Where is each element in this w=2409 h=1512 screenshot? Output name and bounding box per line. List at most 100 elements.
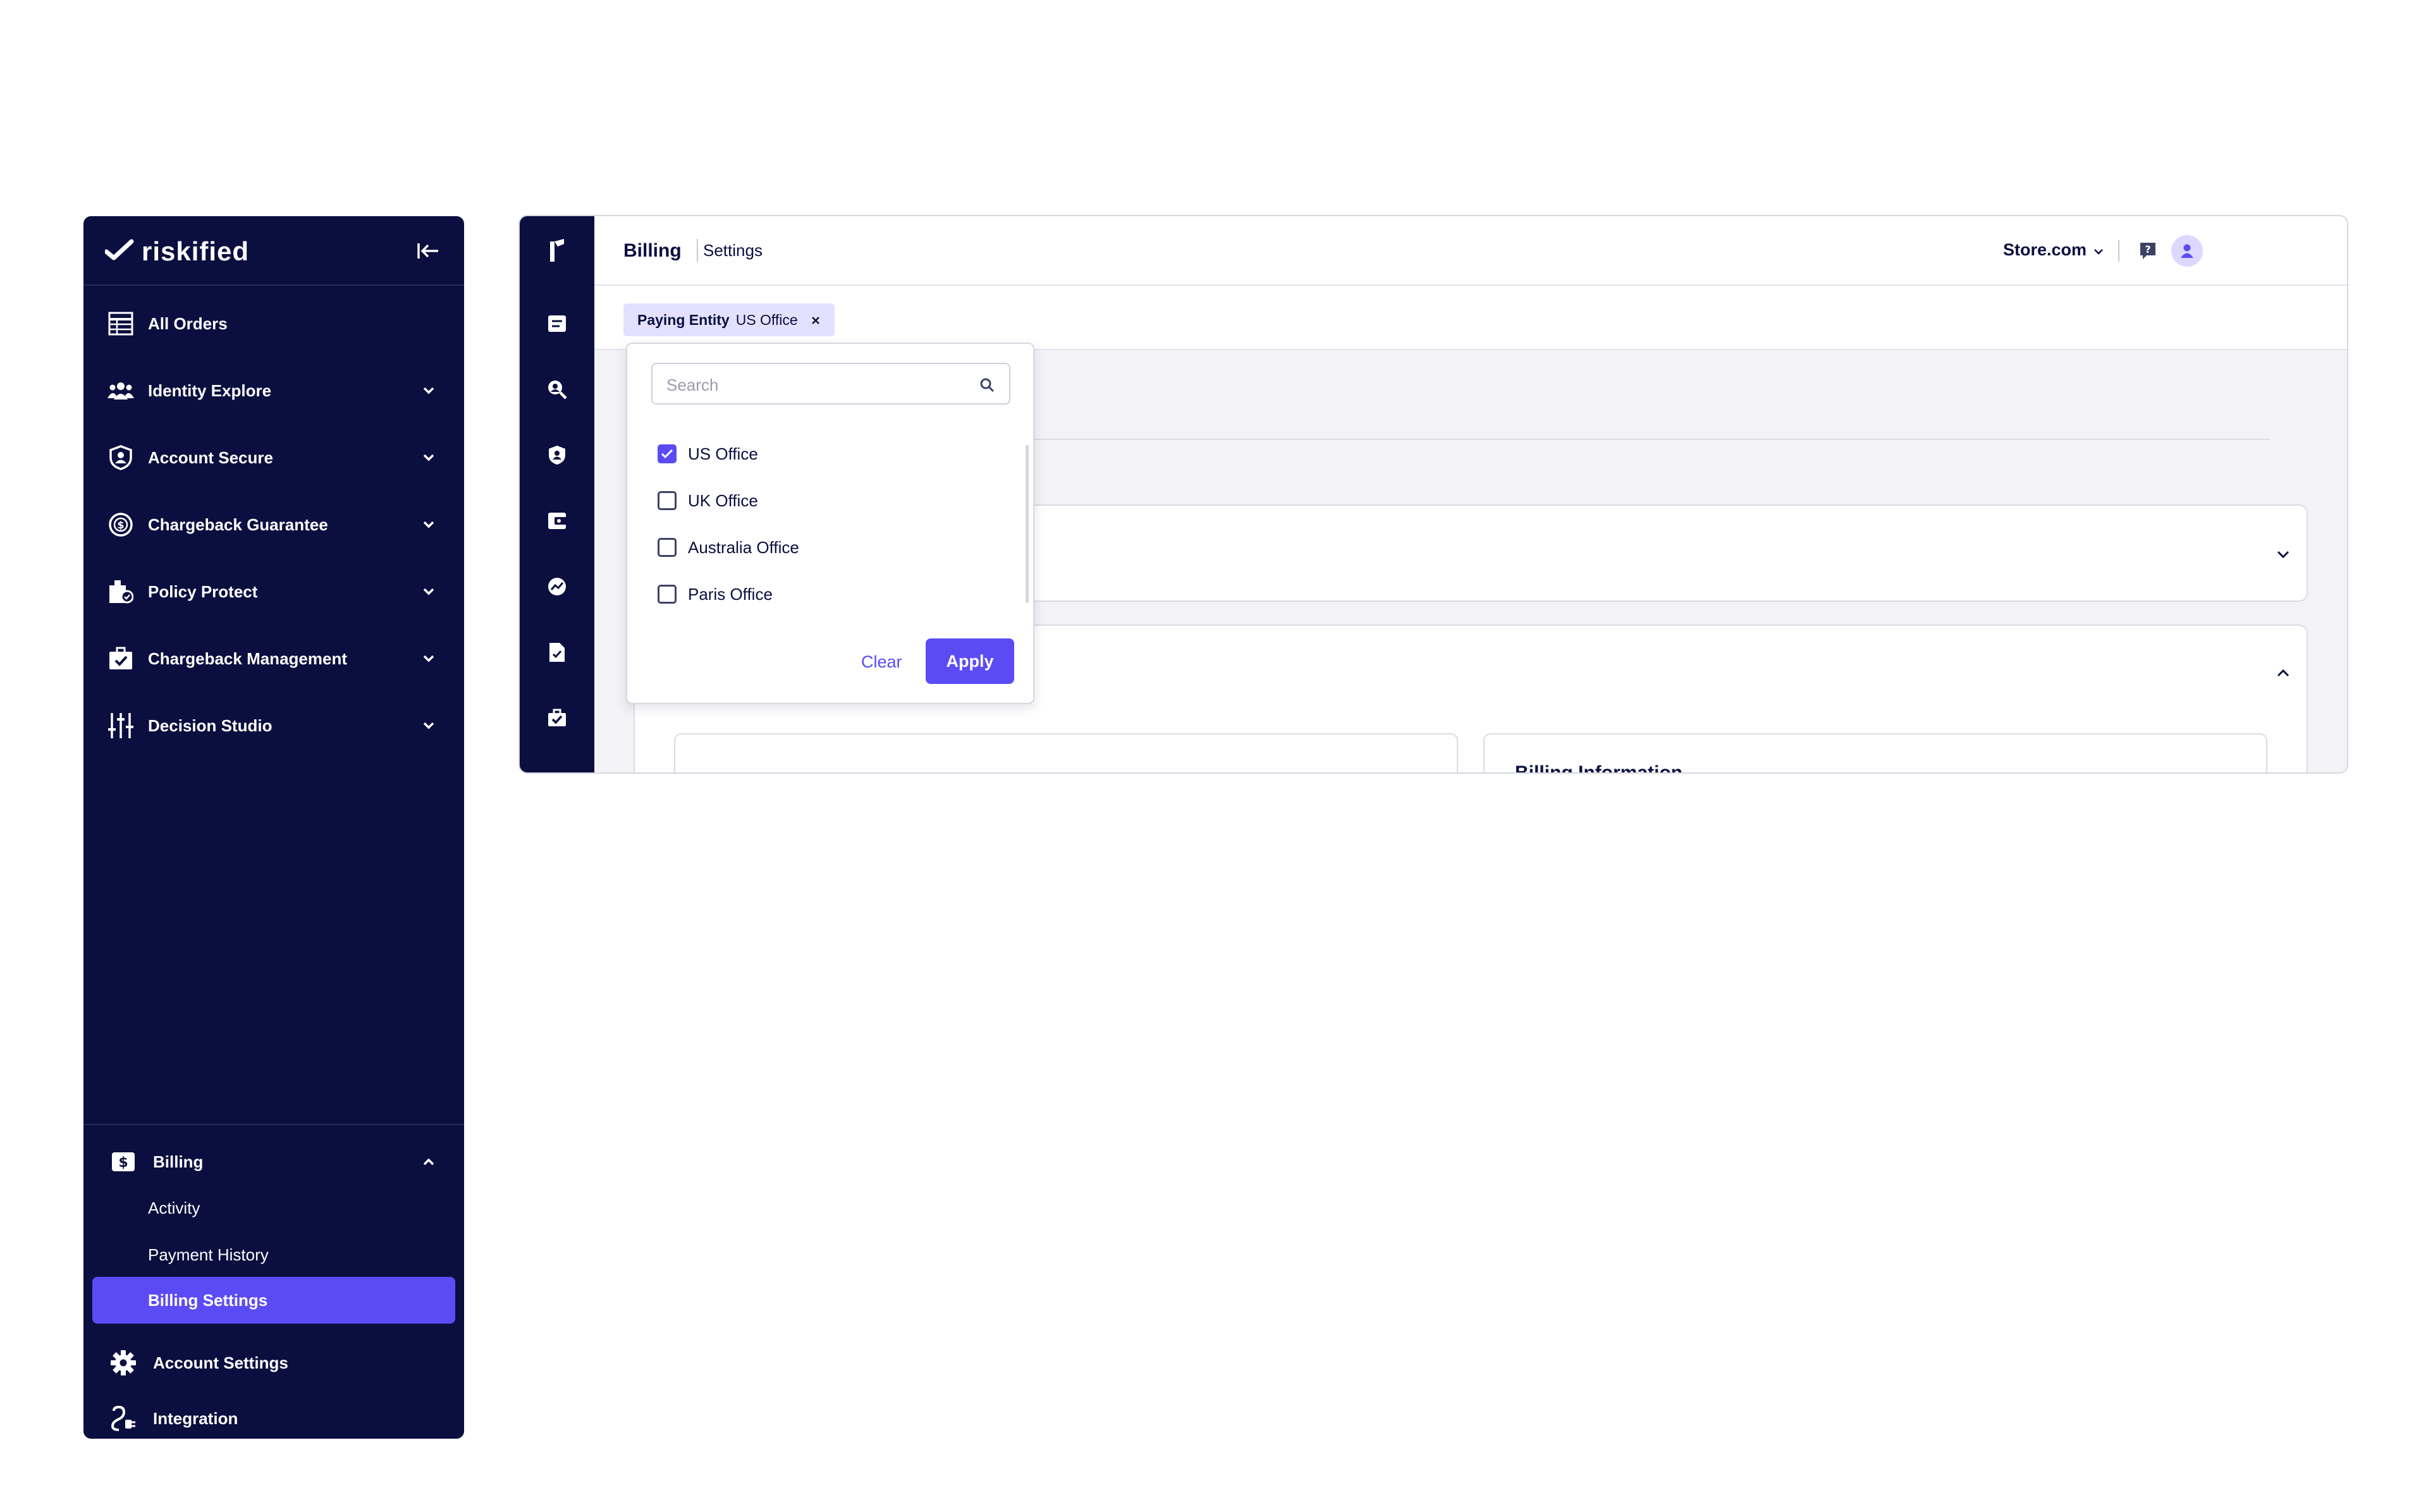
svg-text:$: $ (117, 519, 124, 531)
chevron-down-icon[interactable] (419, 716, 439, 736)
shield-user-icon (107, 445, 134, 470)
logo-check-icon (104, 239, 135, 265)
close-icon[interactable] (811, 310, 821, 330)
gear-icon (110, 1350, 137, 1375)
search-input[interactable] (665, 370, 965, 399)
inner-card-left (674, 733, 1458, 772)
sidebar: riskified All Orders Identity Explore Ac… (83, 216, 464, 1439)
nav-label: Policy Protect (148, 582, 258, 601)
nav-label: Account Secure (148, 448, 273, 467)
sidebar-header: riskified (83, 216, 464, 286)
logo-text: riskified (142, 236, 250, 266)
nav-item-account-secure[interactable]: Account Secure (83, 432, 464, 483)
billing-icon: $ (110, 1149, 137, 1174)
subnav-activity[interactable]: Activity (148, 1198, 200, 1218)
wallet-icon[interactable] (544, 508, 570, 533)
nav-item-decision-studio[interactable]: Decision Studio (83, 700, 464, 751)
nav-label: All Orders (148, 314, 228, 333)
nav-label: Integration (153, 1408, 238, 1428)
inner-card-billing-information: Billing Information (1483, 733, 2267, 774)
document-check-icon[interactable] (544, 640, 570, 665)
option-label: UK Office (688, 491, 758, 510)
filter-chip-value: US Office (735, 311, 798, 328)
chevron-up-icon[interactable] (419, 1152, 439, 1172)
collapsed-nav-rail (520, 216, 594, 772)
option-label: Australia Office (688, 537, 799, 557)
section-divider (961, 439, 2270, 440)
chevron-down-icon[interactable] (419, 649, 439, 669)
checkbox-checked[interactable] (658, 444, 677, 463)
option-us-office[interactable]: US Office (658, 441, 758, 466)
breadcrumb-divider (697, 239, 698, 262)
nav-label: Chargeback Guarantee (148, 515, 328, 534)
nav-label: Billing (153, 1152, 204, 1171)
subnav-billing-settings[interactable]: Billing Settings (92, 1277, 455, 1324)
topbar-divider (2118, 240, 2119, 262)
users-icon (107, 378, 134, 403)
chevron-down-icon[interactable] (419, 381, 439, 401)
sidebar-divider (83, 1124, 464, 1125)
option-label: US Office (688, 444, 758, 463)
chevron-down-icon[interactable] (419, 448, 439, 468)
nav-item-all-orders[interactable]: All Orders (83, 298, 464, 349)
filter-chip-paying-entity[interactable]: Paying Entity US Office (623, 303, 835, 336)
shield-icon[interactable] (544, 442, 570, 468)
nav-label: Decision Studio (148, 716, 273, 735)
identity-search-icon[interactable] (544, 377, 570, 402)
apply-button[interactable]: Apply (926, 638, 1014, 684)
store-name: Store.com (2003, 240, 2087, 259)
top-bar: Billing Settings Store.com ? (594, 216, 2347, 286)
option-paris-office[interactable]: Paris Office (658, 582, 773, 607)
nav-item-account-settings[interactable]: Account Settings (83, 1338, 464, 1388)
help-icon[interactable]: ? (2137, 240, 2159, 262)
briefcase-check-icon (107, 646, 134, 671)
collapse-sidebar-button[interactable] (412, 235, 444, 267)
nav-label: Identity Explore (148, 381, 272, 400)
filter-bar: Paying Entity US Office (594, 286, 2347, 350)
logo[interactable]: riskified (104, 236, 250, 266)
clear-button[interactable]: Clear (855, 640, 909, 684)
sliders-icon (107, 713, 134, 738)
subnav-payment-history[interactable]: Payment History (148, 1245, 269, 1265)
checkbox[interactable] (658, 585, 677, 604)
avatar[interactable] (2171, 235, 2203, 267)
filter-chip-key: Paying Entity (637, 311, 730, 328)
nav-item-integration[interactable]: Integration (83, 1393, 464, 1439)
paying-entity-dropdown: US Office UK Office Australia Office Par… (626, 343, 1034, 704)
nav-item-identity-explore[interactable]: Identity Explore (83, 365, 464, 416)
option-uk-office[interactable]: UK Office (658, 488, 758, 513)
checkbox[interactable] (658, 491, 677, 510)
nav-item-chargeback-guarantee[interactable]: $ Chargeback Guarantee (83, 499, 464, 550)
nav-item-policy-protect[interactable]: Policy Protect (83, 566, 464, 617)
option-label: Paris Office (688, 584, 773, 604)
breadcrumb-section[interactable]: Billing (623, 240, 682, 262)
nav-item-billing[interactable]: $ Billing (83, 1137, 464, 1187)
chevron-down-icon (2093, 240, 2104, 260)
table-icon (107, 311, 134, 336)
briefcase-check-icon[interactable] (544, 705, 570, 731)
analytics-icon[interactable] (544, 574, 570, 599)
orders-icon[interactable] (544, 311, 570, 336)
option-australia-office[interactable]: Australia Office (658, 535, 799, 560)
checkbox[interactable] (658, 538, 677, 557)
svg-text:$: $ (118, 1155, 128, 1171)
nav-item-chargeback-management[interactable]: Chargeback Management (83, 633, 464, 684)
search-box[interactable] (651, 363, 1010, 405)
subnav-label: Billing Settings (148, 1291, 268, 1310)
chevron-down-icon[interactable] (419, 582, 439, 602)
plug-icon (110, 1406, 137, 1431)
card-title: Billing Information (1515, 762, 1683, 774)
svg-text:?: ? (2145, 243, 2150, 255)
logo-mark-icon[interactable] (544, 238, 570, 263)
dollar-circle-icon: $ (107, 512, 134, 537)
breadcrumb-page: Settings (703, 241, 763, 260)
nav-label: Account Settings (153, 1353, 288, 1372)
nav-label: Chargeback Management (148, 649, 347, 668)
chevron-up-icon[interactable] (2272, 662, 2294, 684)
policy-icon (107, 579, 134, 604)
options-scrollbar[interactable] (1026, 445, 1029, 603)
chevron-down-icon[interactable] (2272, 544, 2294, 565)
search-icon[interactable] (976, 374, 998, 396)
chevron-down-icon[interactable] (419, 515, 439, 535)
store-selector[interactable]: Store.com (2003, 240, 2104, 260)
